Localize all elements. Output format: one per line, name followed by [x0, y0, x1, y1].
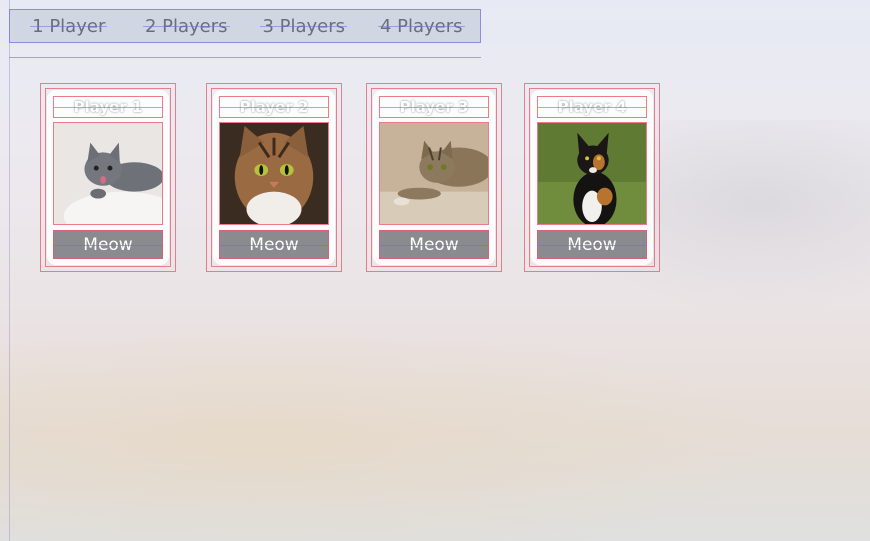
- player-card-4: Player 4 Meow: [524, 83, 660, 272]
- divider: [9, 57, 481, 58]
- segment-label: 2 Players: [142, 15, 230, 37]
- cat-photo-gray-kitten-icon: [53, 122, 163, 225]
- player-name: Player 3: [379, 96, 489, 118]
- player-name: Player 1: [53, 96, 163, 118]
- segment-label: 4 Players: [377, 15, 465, 37]
- card-body: Player 4 Meow: [532, 91, 652, 264]
- player-name: Player 2: [219, 96, 329, 118]
- segment-1-player[interactable]: 1 Player: [10, 10, 128, 42]
- player-card-3: Player 3 Meow: [366, 83, 502, 272]
- background-blur: [0, 300, 870, 541]
- segment-3-players[interactable]: 3 Players: [245, 10, 363, 42]
- player-card-1: Player 1 Meow: [40, 83, 176, 272]
- segment-label: 1 Player: [30, 15, 108, 37]
- cat-photo-calico-icon: [537, 122, 647, 225]
- meow-button[interactable]: Meow: [219, 230, 329, 259]
- player-name: Player 4: [537, 96, 647, 118]
- layout-guide: [9, 0, 10, 541]
- cat-photo-striped-icon: [379, 122, 489, 225]
- card-body: Player 1 Meow: [48, 91, 168, 264]
- cat-photo-tabby-icon: [219, 122, 329, 225]
- segment-label: 3 Players: [260, 15, 347, 37]
- segment-2-players[interactable]: 2 Players: [128, 10, 246, 42]
- card-body: Player 2 Meow: [214, 91, 334, 264]
- meow-button[interactable]: Meow: [537, 230, 647, 259]
- meow-button[interactable]: Meow: [379, 230, 489, 259]
- player-count-segmented-control: 1 Player 2 Players 3 Players 4 Players: [9, 9, 481, 43]
- card-body: Player 3 Meow: [374, 91, 494, 264]
- meow-button[interactable]: Meow: [53, 230, 163, 259]
- player-card-2: Player 2 Meow: [206, 83, 342, 272]
- segment-4-players[interactable]: 4 Players: [363, 10, 481, 42]
